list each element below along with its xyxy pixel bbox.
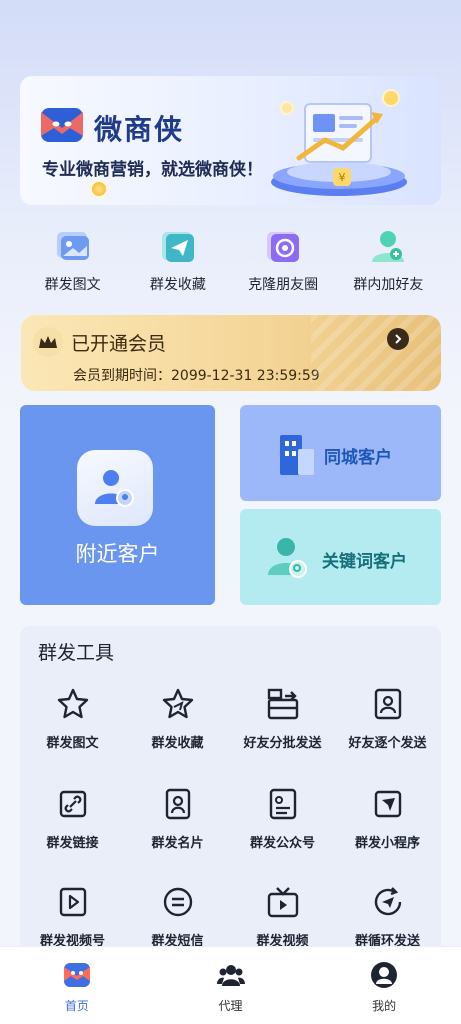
building-icon	[280, 435, 314, 475]
mini-program-icon	[374, 790, 401, 818]
loop-send-icon	[374, 887, 401, 916]
tool-label: 好友逐个发送	[348, 736, 427, 751]
nav-agent[interactable]: 代理	[154, 947, 308, 1024]
quick-action-label: 克隆朋友圈	[248, 277, 319, 293]
svg-text:¥: ¥	[339, 171, 346, 184]
tool-label: 群发图文	[46, 736, 99, 751]
clone-moments-icon	[267, 232, 300, 262]
favorite-send-icon	[161, 232, 194, 262]
nav-label: 代理	[218, 999, 243, 1013]
tool-label: 群发收藏	[151, 736, 204, 751]
city-customers-label: 同城客户	[324, 448, 392, 468]
keyword-customers-label: 关键词客户	[322, 552, 407, 572]
tool-label: 群发小程序	[354, 836, 420, 851]
add-friend-icon	[372, 231, 405, 262]
tool-broadcast-video-channel[interactable]: 群发视频号	[20, 884, 125, 949]
nav-label: 我的	[372, 999, 397, 1013]
tool-broadcast-link[interactable]: 群发链接	[20, 786, 125, 851]
quick-actions: 群发图文 群发收藏 克隆朋友圈 群内加好友	[20, 226, 441, 296]
tools-title: 群发工具	[38, 642, 115, 664]
vip-membership-card[interactable]: 已开通会员 会员到期时间：2099-12-31 23:59:59	[21, 315, 441, 391]
nav-label: 首页	[64, 999, 89, 1013]
batch-send-icon	[267, 688, 298, 720]
tool-broadcast-sms[interactable]: 群发短信	[125, 884, 230, 949]
profile-icon	[371, 962, 398, 988]
tool-broadcast-mini-program[interactable]: 群发小程序	[335, 786, 440, 851]
nav-home[interactable]: 首页	[0, 947, 154, 1024]
nearby-customers-card[interactable]: 附近客户	[20, 405, 215, 605]
tool-label: 群发链接	[46, 836, 99, 851]
quick-action-label: 群发图文	[44, 277, 101, 293]
vip-status: 已开通会员	[71, 333, 167, 355]
tv-icon	[267, 887, 298, 918]
crown-icon	[33, 327, 63, 357]
nav-profile[interactable]: 我的	[307, 947, 461, 1024]
video-channel-icon	[59, 887, 86, 917]
vip-expiry: 会员到期时间：2099-12-31 23:59:59	[73, 368, 320, 384]
tool-broadcast-favorite[interactable]: 群发收藏	[125, 686, 230, 751]
growth-chart-illustration: ¥	[271, 89, 407, 196]
quick-action-clone-moments[interactable]: 克隆朋友圈	[231, 226, 336, 296]
sms-icon	[163, 887, 192, 917]
tool-label: 群发名片	[151, 836, 204, 851]
tool-batch-send[interactable]: 好友分批发送	[230, 686, 335, 751]
official-account-icon	[269, 788, 296, 820]
id-card-icon	[165, 788, 190, 820]
link-icon	[59, 790, 86, 818]
quick-action-label: 群内加好友	[353, 277, 424, 293]
star-icon	[57, 688, 88, 719]
image-text-icon	[56, 232, 89, 260]
tool-group-loop-send[interactable]: 群循环发送	[335, 884, 440, 949]
chevron-right-icon[interactable]	[387, 328, 409, 350]
brand-name: 微商侠	[94, 113, 185, 146]
star-send-icon	[162, 688, 193, 719]
tool-broadcast-image-text[interactable]: 群发图文	[20, 686, 125, 751]
tool-broadcast-official-account[interactable]: 群发公众号	[230, 786, 335, 851]
nearby-customers-label: 附近客户	[75, 542, 160, 566]
keyword-search-icon	[268, 538, 307, 578]
tool-label: 群发公众号	[249, 836, 315, 851]
tool-one-by-one-send[interactable]: 好友逐个发送	[335, 686, 440, 751]
coin-icon	[90, 180, 108, 198]
tool-label: 好友分批发送	[243, 736, 322, 751]
quick-action-favorite[interactable]: 群发收藏	[125, 226, 230, 296]
agent-icon	[216, 965, 245, 986]
logo-icon	[41, 108, 83, 142]
nearby-customer-icon	[77, 450, 153, 526]
banner-slogan: 专业微商营销，就选微商侠！	[42, 160, 263, 180]
contact-card-icon	[374, 688, 401, 720]
broadcast-tools-panel: 群发工具 群发图文 群发收藏 好友分批发送 好友逐个发送 群发链接 群发名片 群…	[20, 626, 441, 956]
keyword-customers-card[interactable]: 关键词客户	[240, 509, 441, 605]
quick-action-add-friend[interactable]: 群内加好友	[336, 226, 441, 296]
quick-action-label: 群发收藏	[149, 277, 206, 293]
city-customers-card[interactable]: 同城客户	[240, 405, 441, 501]
tool-broadcast-video[interactable]: 群发视频	[230, 884, 335, 949]
promo-banner[interactable]: 微商侠 专业微商营销，就选微商侠！ ¥	[20, 76, 441, 205]
quick-action-image-text[interactable]: 群发图文	[20, 226, 125, 296]
tool-broadcast-card[interactable]: 群发名片	[125, 786, 230, 851]
home-icon	[63, 963, 90, 987]
bottom-navigation: 首页 代理 我的	[0, 946, 461, 1024]
